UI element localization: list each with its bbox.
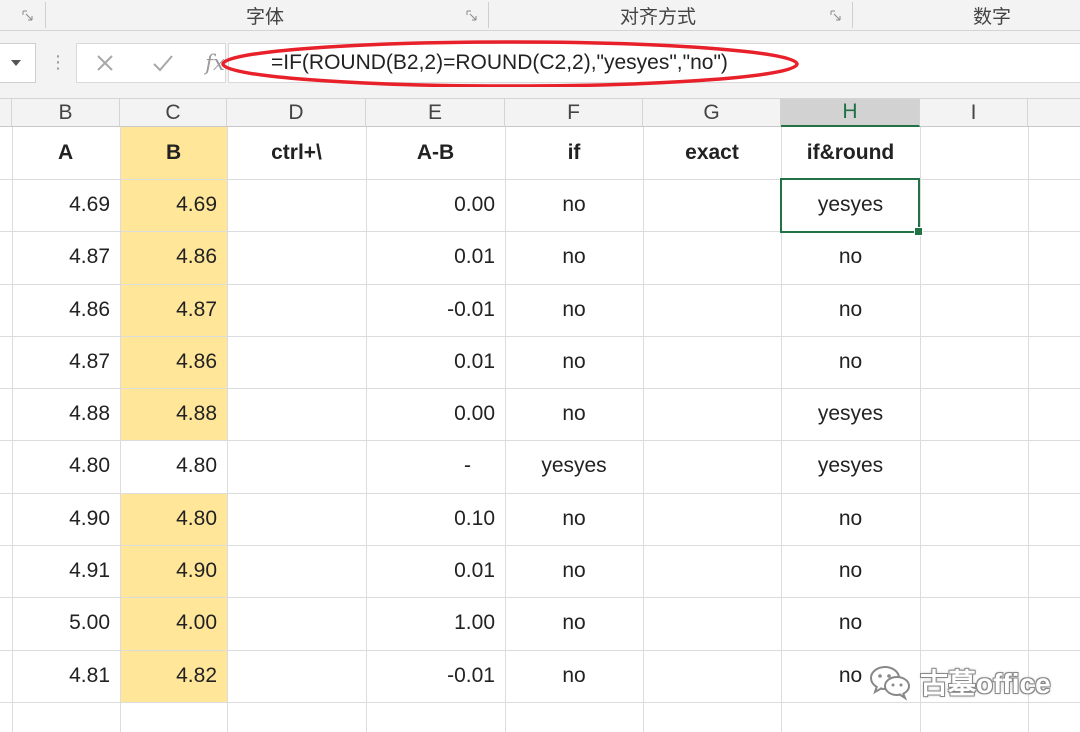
cell-b[interactable]: 4.87 (120, 284, 227, 336)
column-header-i[interactable]: I (920, 99, 1028, 127)
cell-a[interactable]: 4.80 (12, 440, 120, 492)
cell-diff[interactable]: 0.01 (366, 336, 505, 388)
alignment-dialog-launcher-icon[interactable] (830, 10, 841, 21)
cell-if[interactable]: no (505, 545, 643, 597)
header-cell-diff[interactable]: A-B (366, 127, 505, 179)
cell-ifround[interactable]: no (781, 597, 920, 649)
cell-if[interactable]: no (505, 231, 643, 283)
cell-b[interactable]: 4.86 (120, 231, 227, 283)
column-header-h[interactable]: H (781, 99, 920, 127)
cell-b[interactable]: 4.80 (120, 493, 227, 545)
cell-if[interactable]: no (505, 336, 643, 388)
watermark-text: 古墓office (920, 668, 1051, 699)
column-header-f[interactable]: F (505, 99, 643, 127)
cell-if[interactable]: no (505, 597, 643, 649)
formula-bar: ⋮ fx =IF(ROUND(B2,2)=ROUND(C2,2),"yesyes… (0, 31, 1080, 99)
cell-if[interactable]: no (505, 388, 643, 440)
cell-ifround[interactable]: no (781, 493, 920, 545)
chevron-down-icon (11, 60, 21, 66)
column-header-d[interactable]: D (227, 99, 366, 127)
cell-diff[interactable]: 1.00 (366, 597, 505, 649)
cell-diff[interactable]: - (366, 440, 505, 492)
cell-b[interactable]: 4.80 (120, 440, 227, 492)
header-cell-ctrl[interactable]: ctrl+\ (227, 127, 366, 179)
header-cell-b[interactable]: B (120, 127, 227, 179)
cell-a[interactable]: 4.91 (12, 545, 120, 597)
wechat-icon (870, 666, 910, 701)
column-header-g[interactable]: G (643, 99, 781, 127)
cell-b[interactable]: 4.86 (120, 336, 227, 388)
column-header-c[interactable]: C (120, 99, 227, 127)
cell-a[interactable]: 4.90 (12, 493, 120, 545)
cell-ifround[interactable]: no (781, 545, 920, 597)
ribbon-group-font: 字体 (245, 6, 284, 28)
red-highlight-ellipse (221, 40, 799, 87)
cell-ifround[interactable]: no (781, 284, 920, 336)
check-icon[interactable] (151, 52, 175, 74)
cell-a[interactable]: 4.81 (12, 650, 120, 702)
cancel-icon[interactable] (93, 52, 117, 74)
active-cell-selection[interactable] (780, 178, 920, 233)
cell-b[interactable]: 4.00 (120, 597, 227, 649)
cell-a[interactable]: 4.69 (12, 179, 120, 231)
cell-if[interactable]: no (505, 284, 643, 336)
header-cell-ifround[interactable]: if&round (781, 127, 920, 179)
cell-b[interactable]: 4.90 (120, 545, 227, 597)
cell-a[interactable]: 4.87 (12, 231, 120, 283)
cell-b[interactable]: 4.69 (120, 179, 227, 231)
ribbon-group-bar: 字体 对齐方式 数字 (0, 0, 1080, 31)
header-cell-exact[interactable]: exact (643, 127, 781, 179)
cell-ifround[interactable]: no (781, 231, 920, 283)
cell-if[interactable]: yesyes (505, 440, 643, 492)
dialog-launcher-icon[interactable] (22, 10, 33, 21)
cell-diff[interactable]: 0.01 (366, 545, 505, 597)
cell-diff[interactable]: -0.01 (366, 650, 505, 702)
watermark: 古墓office (868, 660, 1051, 704)
cell-if[interactable]: no (505, 179, 643, 231)
cell-diff[interactable]: 0.10 (366, 493, 505, 545)
cell-b[interactable]: 4.88 (120, 388, 227, 440)
cell-if[interactable]: no (505, 650, 643, 702)
header-cell-a[interactable]: A (12, 127, 120, 179)
cell-ifround[interactable]: no (781, 336, 920, 388)
column-header-e[interactable]: E (366, 99, 505, 127)
cell-if[interactable]: no (505, 493, 643, 545)
formula-controls: fx (76, 43, 226, 83)
spreadsheet-grid: A B ctrl+\ A-B if exact if&round 4.69 4.… (0, 127, 1080, 732)
cell-ifround[interactable]: yesyes (781, 440, 920, 492)
ribbon-group-number: 数字 (972, 6, 1011, 28)
ribbon-group-alignment: 对齐方式 (619, 6, 696, 28)
column-header-stub (0, 99, 12, 127)
font-dialog-launcher-icon[interactable] (466, 10, 477, 21)
column-header-j[interactable] (1028, 99, 1080, 127)
cell-diff[interactable]: 0.01 (366, 231, 505, 283)
cell-a[interactable]: 4.88 (12, 388, 120, 440)
cell-diff[interactable]: 0.00 (366, 179, 505, 231)
cell-ifround[interactable]: yesyes (781, 388, 920, 440)
cell-diff[interactable]: 0.00 (366, 388, 505, 440)
column-header-b[interactable]: B (12, 99, 120, 127)
cell-a[interactable]: 5.00 (12, 597, 120, 649)
cell-b[interactable]: 4.82 (120, 650, 227, 702)
fill-handle[interactable] (914, 227, 923, 236)
name-box-dropdown[interactable] (0, 43, 36, 83)
cell-a[interactable]: 4.87 (12, 336, 120, 388)
drag-handle-icon[interactable]: ⋮ (49, 53, 67, 71)
cell-diff[interactable]: -0.01 (366, 284, 505, 336)
header-cell-if[interactable]: if (505, 127, 643, 179)
cell-a[interactable]: 4.86 (12, 284, 120, 336)
